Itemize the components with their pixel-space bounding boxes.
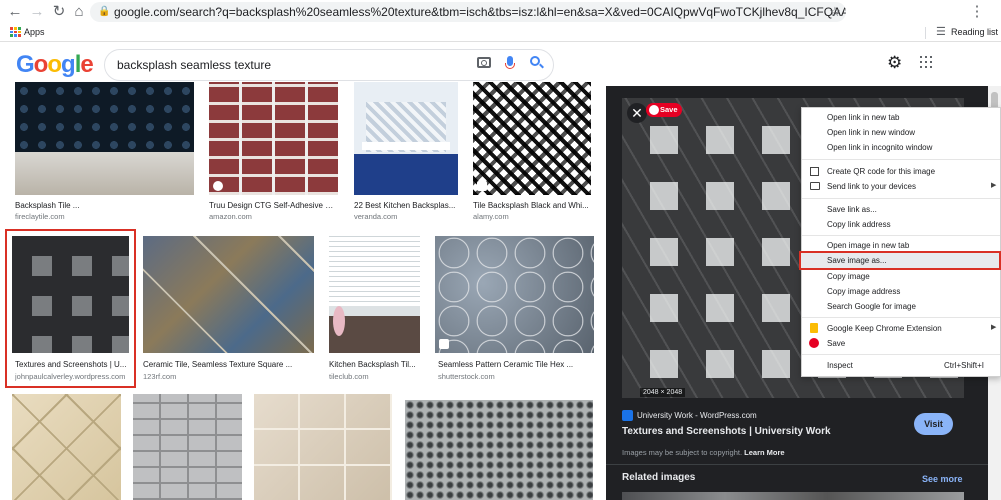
result-thumbnail[interactable] [354, 82, 458, 195]
search-box[interactable] [104, 49, 554, 81]
context-menu: Open link in new tab Open link in new wi… [799, 107, 1001, 377]
url-text: google.com/search?q=backsplash%20seamles… [114, 5, 846, 19]
inspect-shortcut: Ctrl+Shift+I [944, 361, 985, 370]
result-site[interactable]: University Work - WordPress.com [637, 411, 757, 420]
result-source[interactable]: tileclub.com [329, 372, 420, 381]
google-logo[interactable]: Google [16, 51, 94, 79]
menu-separator [802, 235, 1000, 236]
mic-icon[interactable] [505, 56, 515, 69]
result-thumbnail[interactable] [12, 394, 121, 500]
result-thumbnail[interactable] [143, 236, 314, 353]
menu-item-open-link-new-tab[interactable]: Open link in new tab [827, 113, 900, 122]
see-more-link[interactable]: See more [922, 474, 963, 484]
result-thumbnail[interactable] [133, 394, 242, 500]
google-header: Google ⚙ [0, 42, 1001, 86]
result-title[interactable]: Backsplash Tile ... [15, 201, 194, 210]
result-thumbnail[interactable] [473, 82, 591, 195]
result-thumbnail[interactable] [329, 236, 420, 353]
tag-icon [213, 181, 223, 191]
star-icon[interactable]: ☆ [826, 3, 844, 21]
menu-item-inspect[interactable]: Inspect [827, 361, 853, 370]
related-images-strip[interactable] [622, 492, 964, 500]
search-icon[interactable] [530, 56, 544, 69]
menu-separator [802, 317, 1000, 318]
wordpress-icon [622, 410, 633, 421]
pinterest-save-button[interactable]: Save [646, 103, 682, 117]
result-source[interactable]: alamy.com [473, 212, 591, 221]
menu-item-copy-image[interactable]: Copy image [827, 272, 870, 281]
result-source[interactable]: veranda.com [354, 212, 458, 221]
address-bar[interactable]: 🔒 google.com/search?q=backsplash%20seaml… [90, 2, 846, 22]
menu-item-save-image-as[interactable]: Save image as... [827, 256, 887, 265]
result-title[interactable]: Truu Design CTG Self-Adhesive Cl... [209, 201, 338, 210]
menu-item-open-link-new-window[interactable]: Open link in new window [827, 128, 915, 137]
result-thumbnail[interactable] [435, 236, 594, 353]
menu-item-open-image-new-tab[interactable]: Open image in new tab [827, 241, 909, 250]
menu-separator [802, 159, 1000, 160]
result-source[interactable]: 123rf.com [143, 372, 314, 381]
apps-grid-icon[interactable] [10, 27, 21, 37]
result-title[interactable]: 22 Best Kitchen Backsplas... [354, 201, 458, 210]
pinterest-icon [649, 105, 659, 115]
learn-more-link[interactable]: Learn More [744, 448, 784, 457]
arrow-right-icon[interactable]: → [28, 3, 46, 21]
result-thumbnail[interactable] [12, 236, 129, 353]
menu-separator [802, 198, 1000, 199]
reload-icon[interactable]: ↻ [50, 3, 68, 21]
google-keep-icon [810, 323, 818, 333]
menu-item-copy-image-address[interactable]: Copy image address [827, 287, 900, 296]
bookmarks-bar: Apps ☰ Reading list [0, 24, 1001, 42]
menu-item-pinterest-save[interactable]: Save [827, 339, 845, 348]
reading-list-link[interactable]: Reading list [951, 27, 998, 37]
result-source[interactable]: shutterstock.com [438, 372, 594, 381]
menu-item-google-keep[interactable]: Google Keep Chrome Extension [827, 324, 942, 333]
related-images-heading: Related images [622, 472, 696, 483]
profile-menu-icon[interactable]: ⋮ [968, 3, 986, 21]
result-title[interactable]: Textures and Screenshots | U... [15, 360, 127, 369]
result-thumbnail[interactable] [15, 82, 194, 195]
menu-item-open-link-incognito[interactable]: Open link in incognito window [827, 143, 932, 152]
result-source[interactable]: fireclaytile.com [15, 212, 194, 221]
result-title[interactable]: Kitchen Backsplash Til... [329, 360, 420, 369]
apps-link[interactable]: Apps [24, 27, 45, 37]
submenu-arrow-icon: ▶ [991, 324, 997, 331]
menu-item-search-google-image[interactable]: Search Google for image [827, 302, 916, 311]
image-icon [439, 339, 449, 349]
reading-list-icon[interactable]: ☰ [936, 25, 946, 38]
devices-icon [810, 182, 820, 190]
panel-divider [606, 464, 988, 465]
result-thumbnail[interactable] [209, 82, 338, 195]
menu-item-create-qr-code[interactable]: Create QR code for this image [827, 167, 935, 176]
result-title[interactable]: Seamless Pattern Ceramic Tile Hex ... [438, 360, 594, 369]
result-title[interactable]: Textures and Screenshots | University Wo… [622, 426, 831, 437]
arrow-left-icon[interactable]: ← [6, 3, 24, 21]
camera-icon[interactable] [477, 57, 491, 68]
visit-button[interactable]: Visit [914, 413, 953, 435]
menu-item-save-link-as[interactable]: Save link as... [827, 205, 877, 214]
lock-icon: 🔒 [98, 6, 111, 17]
apps-grid-icon[interactable] [920, 56, 932, 68]
close-icon[interactable]: ✕ [627, 103, 647, 123]
browser-toolbar: ← → ↻ ⌂ 🔒 google.com/search?q=backsplash… [0, 0, 1001, 24]
result-thumbnail[interactable] [405, 400, 593, 500]
bookmark-divider [925, 27, 926, 39]
menu-item-send-link-devices[interactable]: Send link to your devices [827, 182, 916, 191]
result-source[interactable]: amazon.com [209, 212, 338, 221]
result-title[interactable]: Tile Backsplash Black and Whi... [473, 201, 591, 210]
image-icon [477, 181, 487, 191]
qr-code-icon [810, 167, 819, 176]
image-dimensions: 2048 × 2048 [640, 388, 686, 397]
pinterest-icon [809, 338, 819, 348]
copyright-notice: Images may be subject to copyright. Lear… [622, 448, 785, 457]
menu-separator [802, 354, 1000, 355]
home-icon[interactable]: ⌂ [70, 3, 88, 21]
search-input[interactable] [117, 58, 457, 72]
submenu-arrow-icon: ▶ [991, 182, 997, 189]
menu-item-copy-link-address[interactable]: Copy link address [827, 220, 891, 229]
result-title[interactable]: Ceramic Tile, Seamless Texture Square ..… [143, 360, 314, 369]
gear-icon[interactable]: ⚙ [887, 53, 902, 73]
result-thumbnail[interactable] [254, 394, 392, 500]
result-source[interactable]: johnpaulcalverley.wordpress.com [15, 372, 127, 381]
